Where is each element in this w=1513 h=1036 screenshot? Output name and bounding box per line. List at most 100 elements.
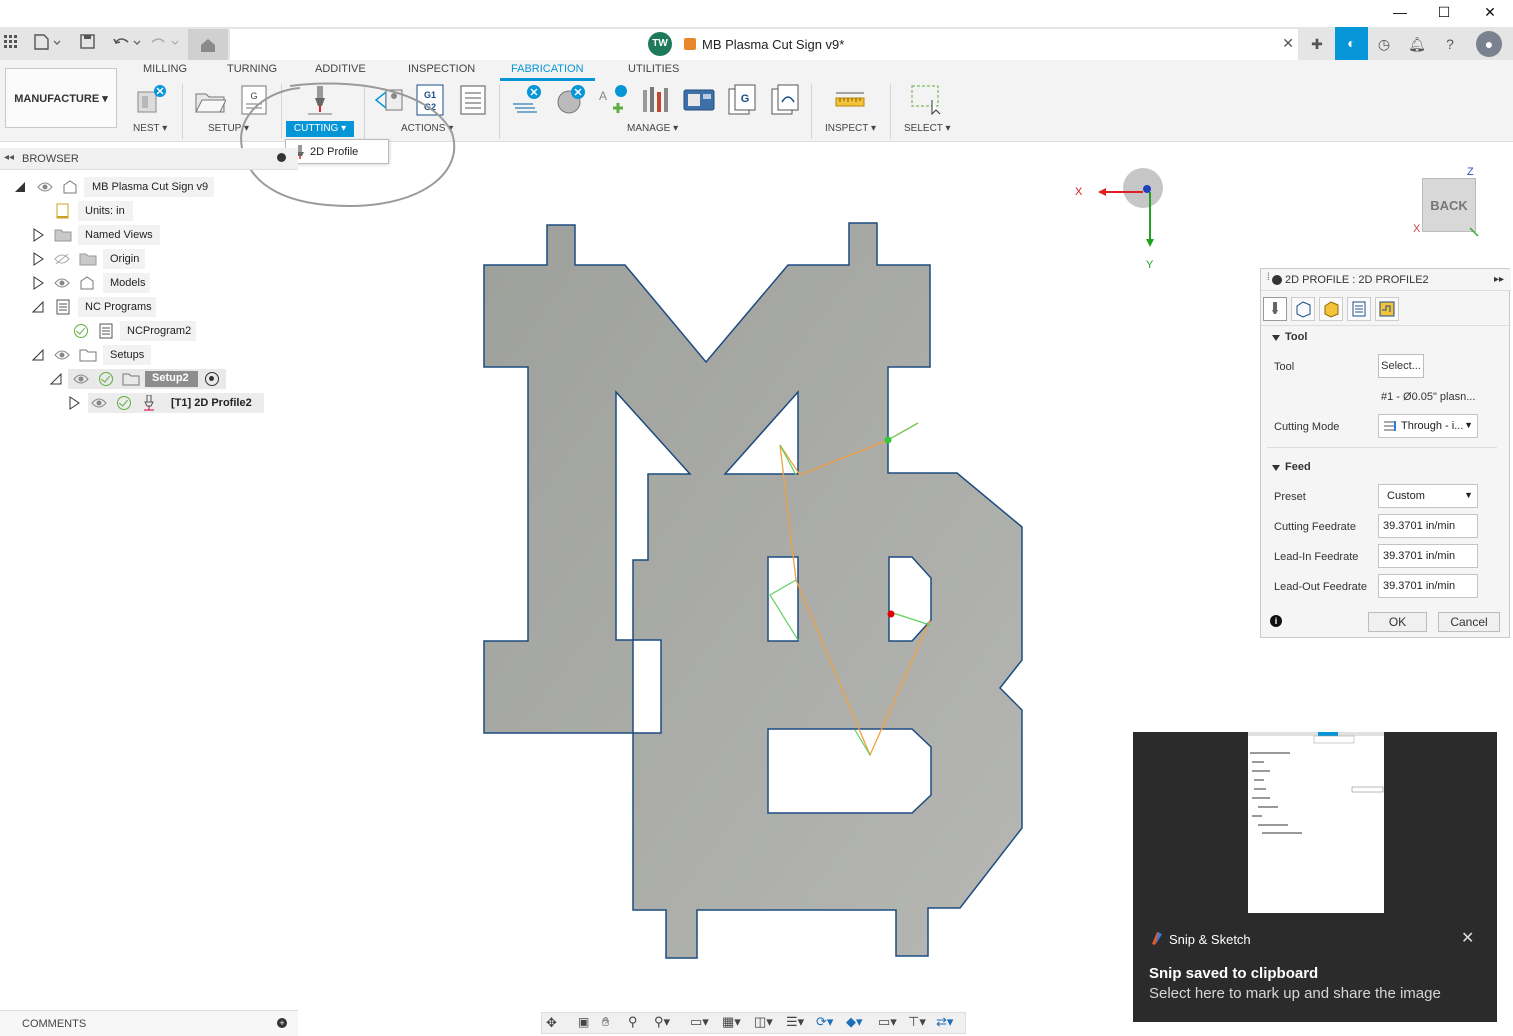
- leadin-feedrate-input[interactable]: [1378, 544, 1478, 568]
- zoom-window-icon[interactable]: ⚲▾: [654, 1014, 670, 1030]
- browser-node-setup2[interactable]: Setup2: [0, 369, 300, 389]
- zoom-icon[interactable]: ⚲: [628, 1014, 638, 1030]
- toast-close-icon[interactable]: ✕: [1461, 928, 1474, 948]
- material-library-icon[interactable]: [555, 84, 587, 116]
- info-icon[interactable]: i: [1270, 615, 1282, 627]
- document-tab[interactable]: TW MB Plasma Cut Sign v9* ✕: [230, 29, 1298, 60]
- expand-triangle-icon[interactable]: [32, 228, 44, 242]
- tab-geometry[interactable]: [1291, 297, 1315, 321]
- maximize-button[interactable]: ☐: [1433, 2, 1455, 22]
- redo-icon[interactable]: [150, 34, 180, 50]
- cancel-button[interactable]: Cancel: [1438, 612, 1500, 632]
- browser-node-origin[interactable]: Origin: [0, 249, 300, 269]
- toolpath-display-icon[interactable]: ⇄▾: [936, 1014, 953, 1030]
- job-status-icon[interactable]: ◷: [1371, 31, 1397, 57]
- tab-heights[interactable]: [1319, 297, 1343, 321]
- data-panel-icon[interactable]: ◐: [1335, 27, 1368, 60]
- snip-sketch-notification[interactable]: Snip & Sketch ✕ Snip saved to clipboard …: [1133, 732, 1497, 1022]
- layers-icon[interactable]: ☰▾: [786, 1014, 804, 1030]
- grid-settings-icon[interactable]: ▦▾: [722, 1014, 741, 1030]
- notifications-icon[interactable]: 🔔︎: [1404, 31, 1430, 57]
- add-comment-icon[interactable]: +: [277, 1018, 287, 1028]
- browser-node-units[interactable]: Units: in: [0, 201, 300, 221]
- browser-node-ncprogram2[interactable]: NCProgram2: [0, 321, 300, 341]
- tab-passes[interactable]: [1347, 297, 1371, 321]
- tool-display-icon[interactable]: ⊤▾: [908, 1014, 926, 1030]
- collapse-triangle-icon[interactable]: [50, 373, 62, 385]
- orbit-move-icon[interactable]: ✥: [546, 1015, 557, 1031]
- inspect-group-label[interactable]: INSPECT ▾: [825, 123, 876, 134]
- tab-linking[interactable]: [1375, 297, 1399, 321]
- profile-icon[interactable]: ●: [1476, 31, 1502, 57]
- tab-fabrication[interactable]: FABRICATION: [511, 63, 584, 75]
- dialog-expand-icon[interactable]: ▸▸: [1494, 274, 1504, 285]
- snip-thumbnail[interactable]: [1248, 732, 1384, 913]
- visibility-eye-icon[interactable]: [54, 277, 70, 289]
- tab-milling[interactable]: MILLING: [143, 63, 187, 75]
- visibility-eye-icon[interactable]: [91, 397, 107, 409]
- select-group-label[interactable]: SELECT ▾: [904, 123, 951, 134]
- tab-inspection[interactable]: INSPECTION: [408, 63, 475, 75]
- app-grid-icon[interactable]: [4, 35, 18, 49]
- visibility-eye-icon[interactable]: [73, 373, 89, 385]
- section-collapse-icon[interactable]: [1271, 333, 1281, 343]
- refresh-icon[interactable]: ⟳▾: [816, 1014, 833, 1030]
- nc-files-icon[interactable]: G: [727, 84, 759, 116]
- minimize-button[interactable]: —: [1389, 2, 1411, 22]
- post-library-docs-icon[interactable]: [770, 84, 802, 116]
- drag-handle-icon[interactable]: ⁞: [1267, 272, 1270, 283]
- user-avatar[interactable]: TW: [648, 32, 672, 56]
- template-library-icon[interactable]: A: [597, 84, 629, 116]
- preset-select[interactable]: Custom ▼: [1378, 484, 1478, 508]
- pan-icon[interactable]: ✋︎: [602, 1014, 609, 1030]
- collapse-triangle-icon[interactable]: [14, 181, 26, 193]
- collapse-triangle-icon[interactable]: [32, 349, 44, 361]
- browser-node-nc-programs[interactable]: NC Programs: [0, 297, 300, 317]
- browser-node-root[interactable]: MB Plasma Cut Sign v9: [0, 177, 300, 197]
- viewports-icon[interactable]: ◫▾: [754, 1014, 773, 1030]
- display-settings-icon[interactable]: ▭▾: [690, 1014, 709, 1030]
- look-at-icon[interactable]: ▣: [578, 1015, 589, 1029]
- camera-icon[interactable]: ▭▾: [878, 1014, 897, 1030]
- tab-additive[interactable]: ADDITIVE: [315, 63, 366, 75]
- browser-node-2d-profile2[interactable]: [T1] 2D Profile2: [0, 393, 300, 413]
- select-icon[interactable]: [910, 84, 942, 116]
- tool-select-button[interactable]: Select...: [1378, 354, 1424, 378]
- browser-node-models[interactable]: Models: [0, 273, 300, 293]
- machine-library-icon[interactable]: [683, 84, 715, 116]
- browser-pin-icon[interactable]: [277, 153, 286, 162]
- collapse-browser-icon[interactable]: ◂◂: [4, 152, 14, 163]
- menu-item-2d-profile[interactable]: 2D Profile: [310, 146, 358, 158]
- browser-node-named-views[interactable]: Named Views: [0, 225, 300, 245]
- leadout-feedrate-input[interactable]: [1378, 574, 1478, 598]
- nest-group-label[interactable]: NEST ▾: [133, 123, 167, 134]
- tab-turning[interactable]: TURNING: [227, 63, 277, 75]
- mb-plasma-part[interactable]: [470, 215, 1040, 975]
- expand-triangle-icon[interactable]: [32, 276, 44, 290]
- save-icon[interactable]: [80, 34, 96, 50]
- expand-triangle-icon[interactable]: [32, 252, 44, 266]
- active-setup-icon[interactable]: [205, 372, 219, 386]
- ok-button[interactable]: OK: [1368, 612, 1427, 632]
- view-cube[interactable]: BACK: [1422, 178, 1476, 232]
- collapse-triangle-icon[interactable]: [32, 301, 44, 313]
- close-tab-icon[interactable]: ✕: [1282, 35, 1294, 52]
- expand-triangle-icon[interactable]: [68, 396, 80, 410]
- tab-utilities[interactable]: UTILITIES: [628, 63, 679, 75]
- stock-icon[interactable]: ◆▾: [846, 1014, 863, 1030]
- dialog-collapse-icon[interactable]: [1272, 275, 1282, 285]
- nest-icon[interactable]: [135, 84, 167, 116]
- close-window-button[interactable]: ✕: [1479, 2, 1501, 22]
- manage-group-label[interactable]: MANAGE ▾: [627, 123, 678, 134]
- measure-icon[interactable]: [834, 84, 866, 116]
- browser-node-setups[interactable]: Setups: [0, 345, 300, 365]
- tab-tool[interactable]: [1263, 297, 1287, 321]
- hidden-eye-icon[interactable]: [54, 253, 70, 265]
- tool-library-icon[interactable]: [511, 84, 543, 116]
- home-tab[interactable]: [188, 29, 228, 60]
- new-setup-icon[interactable]: [194, 84, 226, 116]
- undo-icon[interactable]: [112, 34, 142, 50]
- section-collapse-icon[interactable]: [1271, 463, 1281, 473]
- cutting-feedrate-input[interactable]: [1378, 514, 1478, 538]
- visibility-eye-icon[interactable]: [54, 349, 70, 361]
